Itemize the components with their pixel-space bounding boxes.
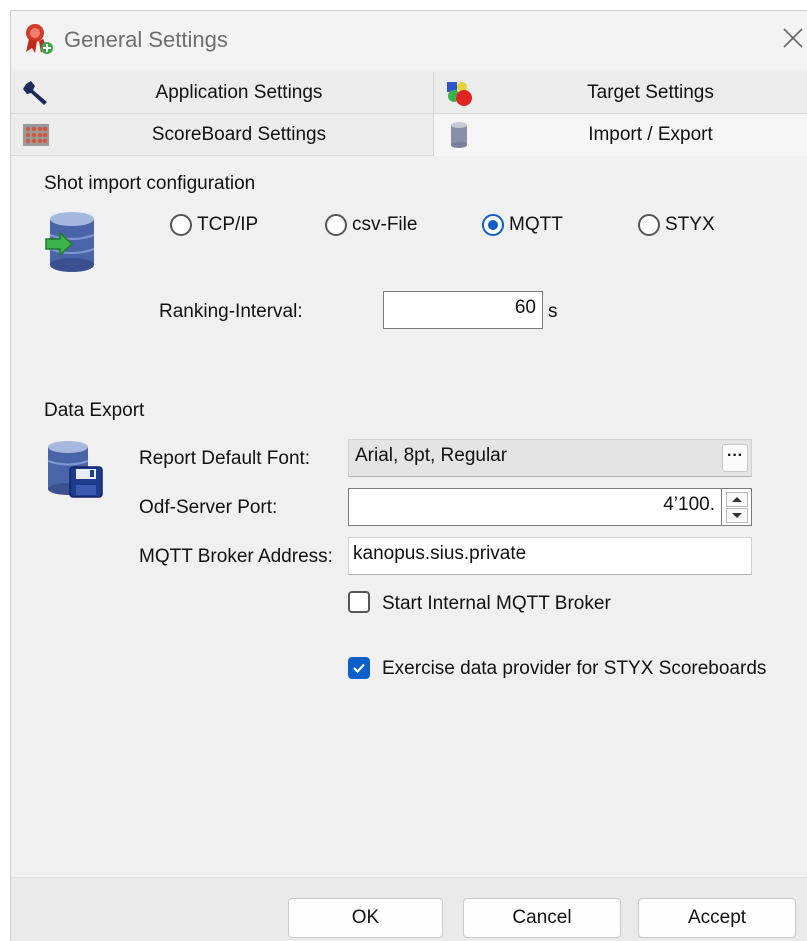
radio-label-csv-file: csv-File bbox=[352, 214, 418, 235]
odf-port-spinner bbox=[722, 488, 752, 526]
tab-import-export[interactable]: Import / Export bbox=[434, 114, 807, 156]
database-save-icon bbox=[47, 441, 103, 498]
close-icon[interactable] bbox=[778, 21, 807, 55]
cancel-button[interactable]: Cancel bbox=[463, 898, 621, 938]
general-settings-window: General Settings Application Settings Ta… bbox=[10, 10, 807, 941]
radio-label-tcp-ip: TCP/IP bbox=[197, 214, 259, 235]
tab-application-settings[interactable]: Application Settings bbox=[11, 72, 434, 114]
tab-scoreboard-settings[interactable]: ScoreBoard Settings bbox=[11, 114, 434, 156]
start-internal-broker-label: Start Internal MQTT Broker bbox=[382, 593, 611, 614]
tab-target-settings[interactable]: Target Settings bbox=[434, 72, 807, 114]
radio-label-styx: STYX bbox=[665, 214, 715, 235]
shot-import-heading: Shot import configuration bbox=[44, 173, 256, 194]
radio-label-mqtt: MQTT bbox=[509, 214, 563, 235]
ranking-interval-unit: s bbox=[548, 301, 558, 322]
app-ribbon-icon bbox=[26, 24, 53, 54]
start-internal-broker-checkbox[interactable] bbox=[348, 591, 370, 613]
ranking-interval-label: Ranking-Interval: bbox=[159, 301, 303, 322]
radio-styx[interactable] bbox=[638, 214, 660, 236]
spinner-down-icon[interactable] bbox=[726, 508, 748, 523]
radio-mqtt[interactable] bbox=[482, 214, 504, 236]
radio-csv-file[interactable] bbox=[325, 214, 347, 236]
report-font-browse-button[interactable]: ··· bbox=[722, 444, 748, 472]
exercise-provider-label: Exercise data provider for STYX Scoreboa… bbox=[382, 658, 767, 679]
data-export-heading: Data Export bbox=[44, 400, 145, 421]
tab-label: Import / Export bbox=[588, 124, 713, 145]
ranking-interval-input[interactable]: 60 bbox=[383, 291, 543, 329]
tab-label: Application Settings bbox=[155, 82, 323, 103]
exercise-provider-checkbox[interactable] bbox=[348, 657, 370, 679]
mqtt-broker-label: MQTT Broker Address: bbox=[139, 546, 333, 567]
mqtt-broker-input[interactable]: kanopus.sius.private bbox=[348, 537, 752, 575]
tab-label: Target Settings bbox=[587, 82, 714, 103]
spinner-up-icon[interactable] bbox=[726, 492, 748, 507]
report-font-value: Arial, 8pt, Regular bbox=[355, 445, 508, 466]
ok-button[interactable]: OK bbox=[288, 898, 443, 938]
odf-port-value: 4’100. bbox=[663, 494, 715, 515]
ranking-interval-value: 60 bbox=[514, 297, 536, 318]
odf-port-label: Odf-Server Port: bbox=[139, 497, 278, 518]
report-font-field: Arial, 8pt, Regular bbox=[348, 439, 752, 477]
mqtt-broker-value: kanopus.sius.private bbox=[353, 543, 527, 564]
odf-port-input[interactable]: 4’100. bbox=[348, 488, 722, 526]
checkmark-icon bbox=[353, 663, 365, 674]
radio-tcp-ip[interactable] bbox=[170, 214, 192, 236]
title-bar: General Settings bbox=[11, 11, 807, 69]
tab-label: ScoreBoard Settings bbox=[151, 124, 327, 145]
window-title: General Settings bbox=[64, 27, 228, 52]
accept-button[interactable]: Accept bbox=[638, 898, 796, 938]
database-import-icon bbox=[45, 212, 95, 272]
report-font-label: Report Default Font: bbox=[139, 448, 311, 469]
